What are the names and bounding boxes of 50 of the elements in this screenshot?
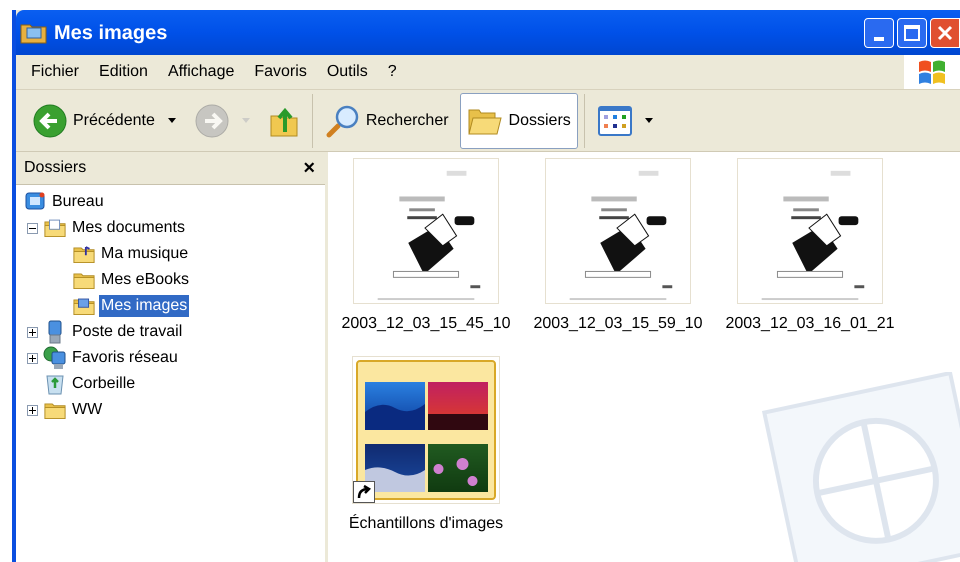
search-icon	[326, 104, 360, 138]
menu-item[interactable]: Favoris	[245, 60, 316, 84]
expand-toggle[interactable]	[26, 326, 38, 338]
minimize-button[interactable]	[864, 18, 894, 48]
views-icon	[598, 106, 632, 136]
folders-button[interactable]: Dossiers	[460, 92, 578, 148]
windows-flag-icon	[917, 58, 947, 86]
close-pane-button[interactable]: ×	[301, 158, 317, 178]
maximize-icon	[904, 24, 920, 40]
back-button[interactable]: Précédente	[26, 92, 184, 148]
caret-icon	[240, 118, 251, 124]
tree-item[interactable]: WW	[70, 399, 104, 421]
tree-item[interactable]: Ma musique	[99, 243, 190, 265]
menu-item[interactable]: Edition	[90, 60, 157, 84]
caret-icon	[644, 118, 654, 124]
collapse-toggle[interactable]	[26, 222, 38, 234]
recycle-bin-icon	[45, 373, 65, 395]
menu-item[interactable]: ?	[378, 60, 406, 84]
music-folder-icon	[73, 244, 95, 264]
pane-title: Dossiers	[24, 158, 86, 178]
tree-item[interactable]: Mes documents	[70, 217, 187, 239]
tree-item[interactable]: Corbeille	[70, 373, 138, 395]
expand-toggle[interactable]	[26, 404, 38, 416]
computer-icon	[46, 320, 64, 344]
search-button[interactable]: Rechercher	[318, 92, 456, 148]
tree-item[interactable]: Bureau	[50, 190, 106, 214]
caret-icon	[166, 118, 177, 124]
tree-item[interactable]: Poste de travail	[70, 321, 184, 343]
close-button[interactable]	[930, 18, 960, 48]
minimize-icon	[874, 36, 884, 40]
folder-icon	[20, 22, 48, 44]
menu-item[interactable]: Fichier	[22, 60, 88, 84]
close-icon	[937, 24, 953, 40]
file-name[interactable]: Échantillons d'images	[348, 512, 504, 536]
menu-item[interactable]: Affichage	[158, 60, 244, 84]
file-name[interactable]: 2003_12_03_15_59_10	[533, 312, 703, 336]
tree-item[interactable]: Mes eBooks	[99, 269, 192, 291]
folder-icon	[44, 400, 66, 420]
maximize-button[interactable]	[897, 18, 927, 48]
expand-toggle[interactable]	[26, 352, 38, 364]
file-name[interactable]: 2003_12_03_15_45_10	[341, 312, 511, 336]
pictures-folder-icon	[73, 296, 95, 316]
file-name[interactable]: 2003_12_03_16_01_21	[725, 312, 895, 336]
folder-icon	[73, 270, 95, 290]
menu-item[interactable]: Outils	[318, 60, 377, 84]
tree-item[interactable]: Favoris réseau	[70, 347, 180, 369]
documents-folder-icon	[44, 218, 66, 238]
window-title: Mes images	[54, 20, 168, 46]
network-computer-icon	[43, 346, 67, 370]
tree-item[interactable]: Mes images	[99, 295, 190, 317]
